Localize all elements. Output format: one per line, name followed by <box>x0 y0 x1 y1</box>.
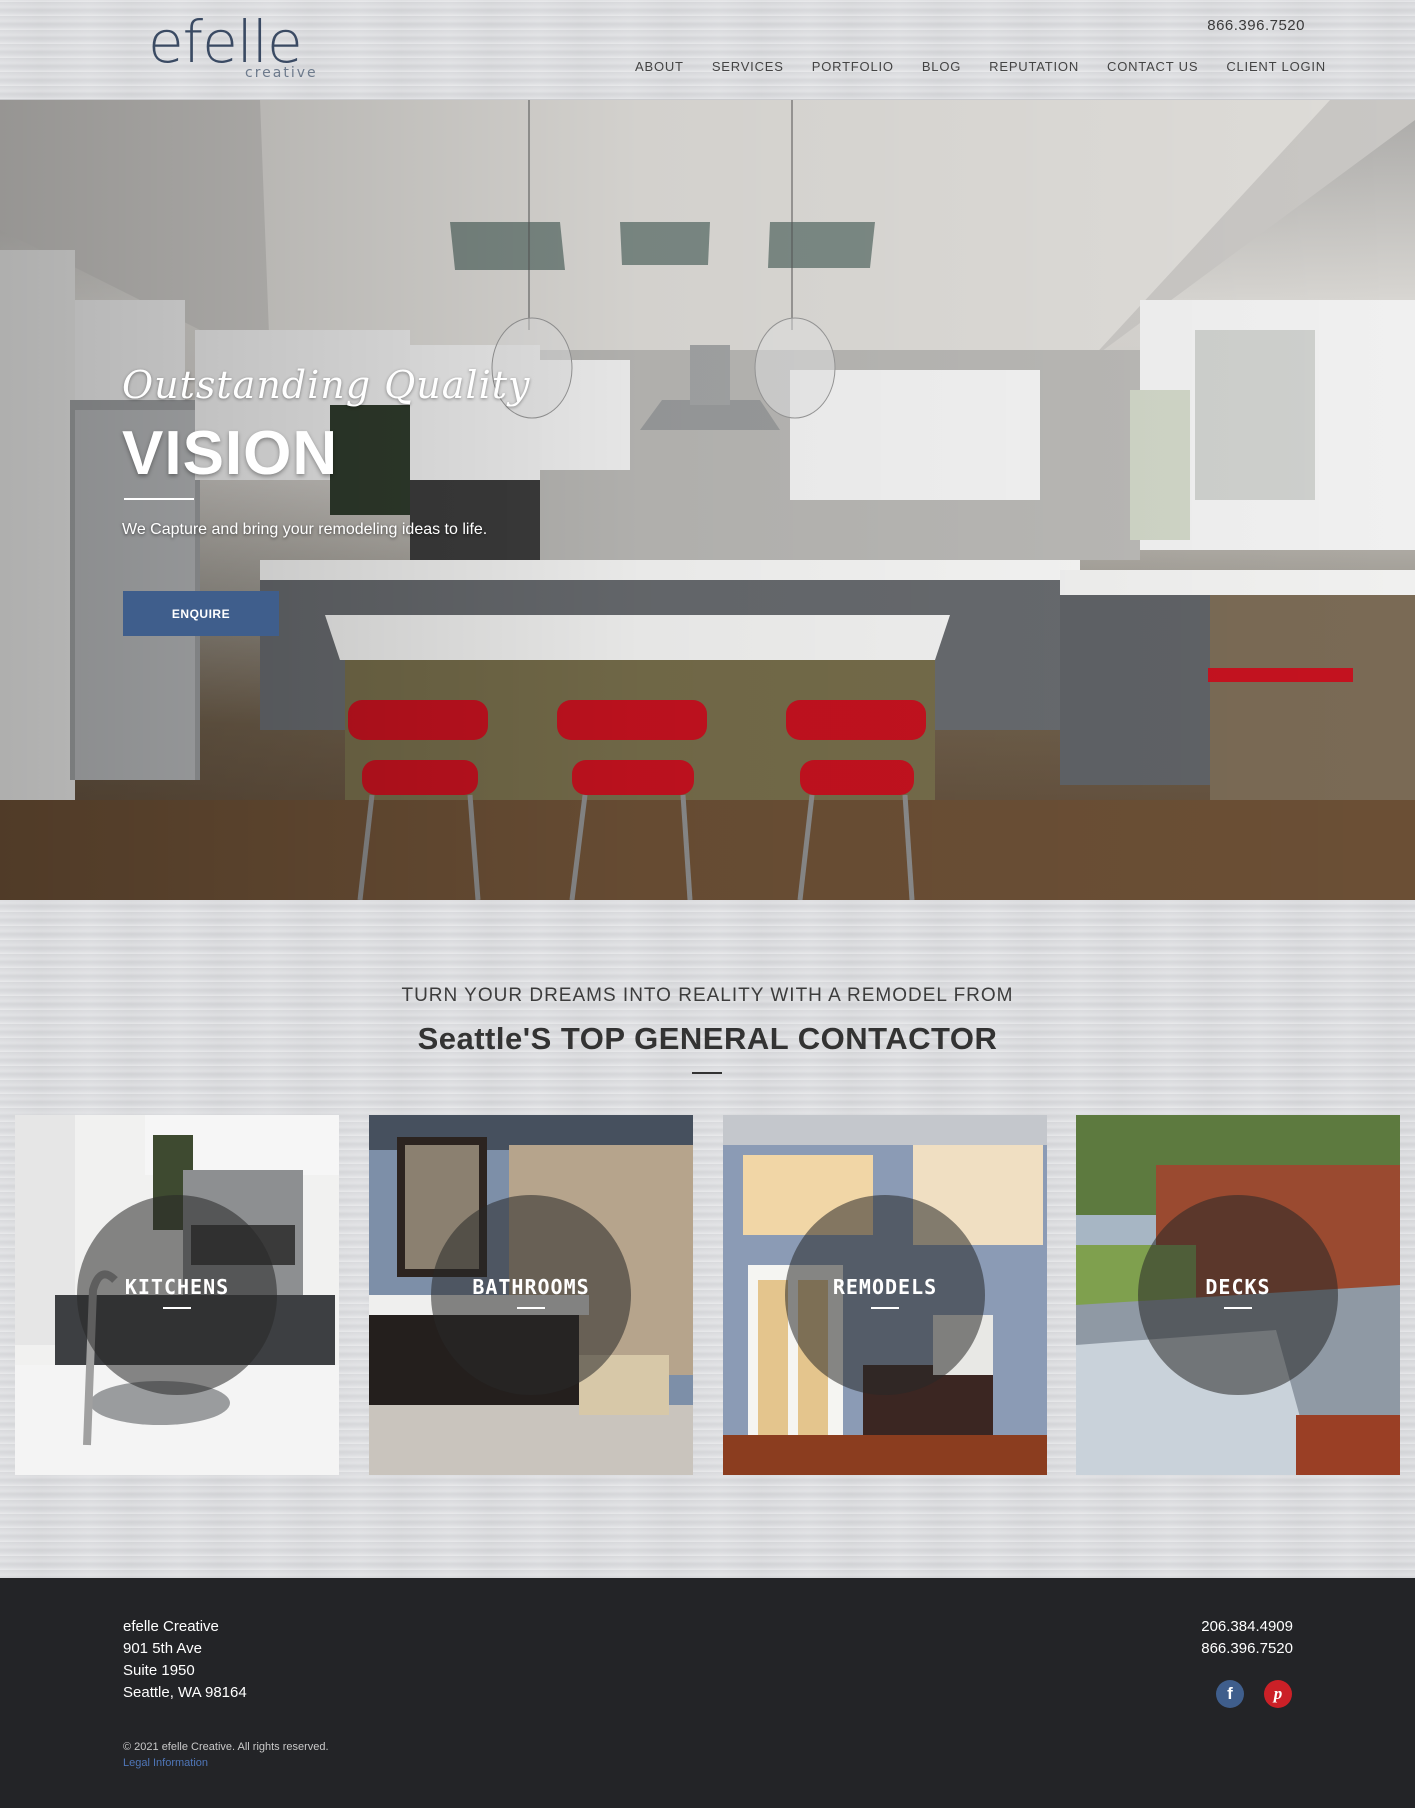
nav-reputation[interactable]: REPUTATION <box>975 59 1093 74</box>
card-divider <box>163 1307 191 1309</box>
footer-phone-tollfree[interactable]: 866.396.7520 <box>1201 1638 1293 1660</box>
copyright: © 2021 efelle Creative. All rights reser… <box>123 1741 329 1753</box>
address-suite: Suite 1950 <box>123 1662 195 1679</box>
card-label: BATHROOMS <box>472 1275 590 1299</box>
card-decks[interactable]: DECKS <box>1076 1115 1400 1475</box>
logo-tagline: creative <box>245 65 318 81</box>
service-cards: KITCHENS BATHROOMS REMODELS DECKS <box>15 1115 1400 1475</box>
nav-services[interactable]: SERVICES <box>698 59 798 74</box>
hero-overlay <box>0 100 1415 900</box>
site-header: efelle creative 866.396.7520 ABOUT SERVI… <box>0 0 1415 100</box>
card-label: DECKS <box>1205 1275 1271 1299</box>
card-label: KITCHENS <box>124 1275 230 1299</box>
nav-client-login[interactable]: CLIENT LOGIN <box>1212 59 1326 74</box>
card-divider <box>517 1307 545 1309</box>
header-phone[interactable]: 866.396.7520 <box>1207 17 1305 34</box>
address-company: efelle Creative <box>123 1618 219 1635</box>
pinterest-icon[interactable]: p <box>1264 1680 1292 1708</box>
nav-portfolio[interactable]: PORTFOLIO <box>798 59 908 74</box>
card-kitchens[interactable]: KITCHENS <box>15 1115 339 1475</box>
hero-banner: Outstanding Quality VISION We Capture an… <box>0 100 1415 900</box>
hero-divider <box>124 498 194 500</box>
nav-about[interactable]: ABOUT <box>621 59 698 74</box>
logo[interactable]: efelle creative <box>148 2 318 86</box>
card-divider <box>1224 1307 1252 1309</box>
nav-blog[interactable]: BLOG <box>908 59 975 74</box>
site-footer: efelle Creative 901 5th Ave Suite 1950 S… <box>0 1578 1415 1808</box>
social-links: f p <box>1216 1680 1292 1708</box>
nav-contact-us[interactable]: CONTACT US <box>1093 59 1212 74</box>
hero-title: VISION <box>122 419 339 488</box>
hero-script-line: Outstanding Quality <box>122 363 531 407</box>
main-nav: ABOUT SERVICES PORTFOLIO BLOG REPUTATION… <box>621 59 1326 74</box>
card-label: REMODELS <box>832 1275 938 1299</box>
section-divider <box>692 1072 722 1074</box>
card-remodels[interactable]: REMODELS <box>723 1115 1047 1475</box>
address-street: 901 5th Ave <box>123 1640 202 1657</box>
section-title: Seattle'S TOP GENERAL CONTACTOR <box>417 1021 998 1056</box>
footer-phone-local[interactable]: 206.384.4909 <box>1201 1616 1293 1638</box>
footer-phones: 206.384.4909 866.396.7520 <box>1201 1616 1293 1660</box>
facebook-icon[interactable]: f <box>1216 1680 1244 1708</box>
section-kicker: TURN YOUR DREAMS INTO REALITY WITH A REM… <box>401 985 1014 1006</box>
hero-subtitle: We Capture and bring your remodeling ide… <box>122 521 488 538</box>
card-divider <box>871 1307 899 1309</box>
legal-link[interactable]: Legal Information <box>123 1757 208 1769</box>
enquire-button[interactable]: ENQUIRE <box>123 591 279 636</box>
footer-address: efelle Creative 901 5th Ave Suite 1950 S… <box>123 1616 247 1704</box>
card-bathrooms[interactable]: BATHROOMS <box>369 1115 693 1475</box>
address-city: Seattle, WA 98164 <box>123 1684 247 1701</box>
services-section: TURN YOUR DREAMS INTO REALITY WITH A REM… <box>0 900 1415 1578</box>
